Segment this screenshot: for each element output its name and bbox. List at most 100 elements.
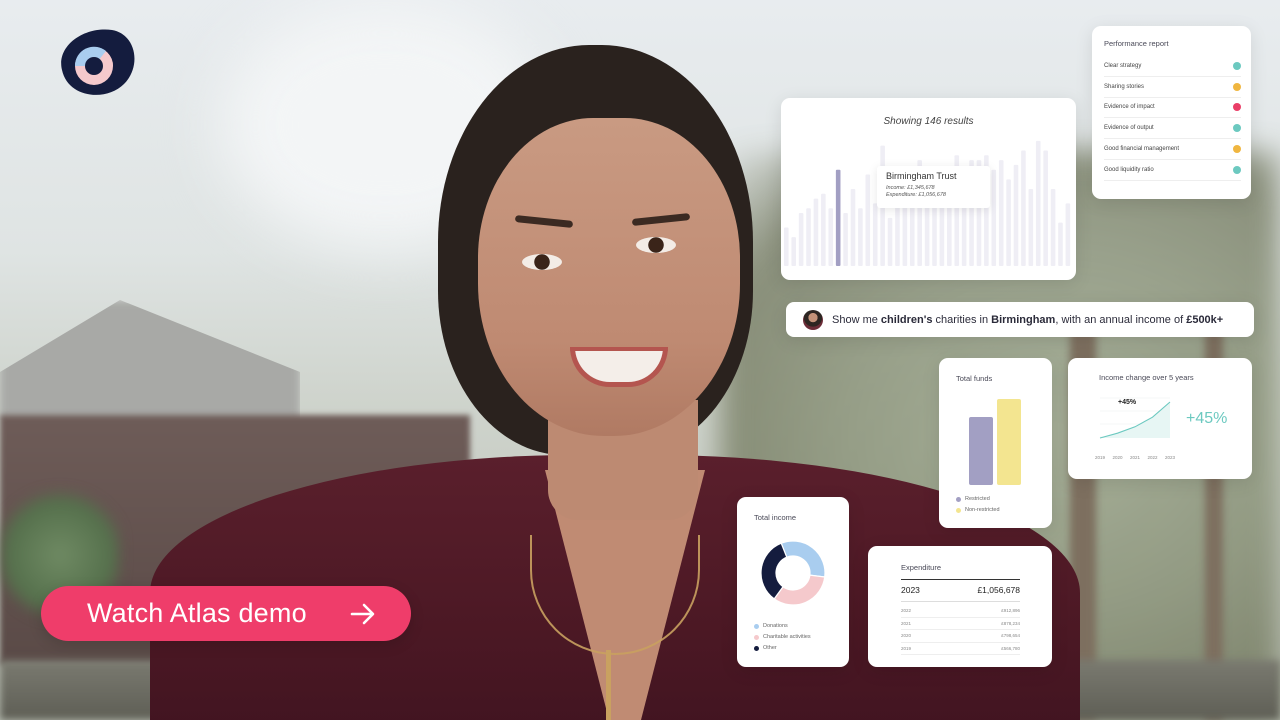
expenditure-row-year: 2019 (901, 645, 912, 651)
watch-demo-label: Watch Atlas demo (87, 598, 307, 628)
expenditure-row-value: £878,234 (1001, 620, 1020, 626)
result-bar (887, 217, 893, 266)
presenter-pendant (606, 650, 611, 720)
result-bar (1006, 179, 1011, 266)
total-funds-card: Total funds Restricted Non-restricted (939, 358, 1052, 528)
result-bar (1035, 140, 1041, 266)
legend-item: Non-restricted (956, 507, 1000, 513)
expenditure-row-value: £912,896 (1001, 608, 1020, 614)
funds-bar (969, 417, 993, 485)
legend-item: Other (754, 645, 811, 651)
performance-row-label: Clear strategy (1104, 62, 1142, 69)
status-dot (1233, 103, 1241, 112)
total-income-card: Total income Donations Charitable activi… (737, 497, 849, 667)
year-tick-label: 2022 (1147, 455, 1158, 460)
status-dot (1233, 124, 1241, 133)
expenditure-history: 2022 £912,896 2021 £878,234 2020 £798,654 2019… (901, 605, 1020, 655)
total-income-legend: Donations Charitable activities Other (754, 623, 811, 656)
income-change-badge: +45% (1118, 399, 1137, 406)
result-bar (821, 193, 826, 266)
results-tooltip: Birmingham Trust Income: £1,345,678 Expe… (877, 166, 990, 208)
year-tick-label: 2021 (1130, 455, 1141, 460)
expenditure-row-year: 2020 (901, 633, 912, 639)
expenditure-row-value: £798,654 (1001, 633, 1020, 639)
performance-row-label: Sharing stories (1104, 83, 1145, 90)
expenditure-row-year: 2021 (901, 620, 912, 626)
legend-item: Donations (754, 623, 811, 629)
presenter-eye (522, 254, 562, 270)
expenditure-card: Expenditure 2023 £1,056,678 2022 £912,896… (868, 546, 1052, 667)
total-income-donut (760, 540, 826, 606)
performance-row-label: Good liquidity ratio (1104, 166, 1154, 173)
performance-row: Evidence of impact (1104, 98, 1241, 119)
result-bar (850, 188, 856, 266)
performance-row: Good liquidity ratio (1104, 160, 1241, 181)
result-bar (813, 198, 819, 266)
result-bar (843, 213, 848, 266)
income-area (1100, 402, 1170, 438)
result-bar (1065, 203, 1071, 266)
status-dot (1233, 61, 1241, 70)
watch-demo-button[interactable]: Watch Atlas demo (41, 586, 411, 641)
result-bar (1043, 150, 1048, 266)
performance-report-title: Performance report (1104, 39, 1169, 48)
search-query-text: Show me children's charities in Birmingh… (832, 313, 1224, 326)
result-bar (1050, 188, 1056, 266)
funds-bar (997, 399, 1021, 485)
income-slice (773, 574, 826, 606)
result-bar (1058, 222, 1063, 266)
expenditure-row: 2020 £798,654 (901, 630, 1020, 643)
performance-row-label: Evidence of impact (1104, 104, 1155, 111)
result-bar (806, 208, 811, 266)
result-bar (872, 203, 878, 266)
result-bar (791, 237, 797, 266)
status-dot (1233, 145, 1241, 154)
performance-report-card: Performance report Clear strategy Sharing… (1092, 26, 1251, 199)
result-bar (991, 169, 997, 266)
result-bar (798, 213, 804, 266)
result-bar (998, 160, 1004, 266)
tooltip-title: Birmingham Trust (886, 171, 957, 181)
atlas-logo (61, 29, 135, 95)
tooltip-income: Income: £1,345,678 (886, 185, 935, 191)
search-query-bar[interactable]: Show me children's charities in Birmingh… (786, 302, 1254, 337)
expenditure-row-value: £566,780 (1001, 645, 1020, 651)
performance-row-label: Good financial management (1104, 146, 1180, 153)
result-bar (1028, 188, 1034, 266)
year-tick-label: 2020 (1112, 455, 1123, 460)
expenditure-row: 2022 £912,896 (901, 605, 1020, 618)
arrow-right-icon (350, 603, 375, 625)
result-bar (865, 174, 871, 266)
performance-row-label: Evidence of output (1104, 125, 1154, 132)
income-change-card: Income change over 5 years 2019 2020 2021 2… (1068, 358, 1252, 479)
income-slice (780, 540, 826, 578)
highlighted-bar (835, 169, 841, 266)
result-bar (1021, 150, 1026, 266)
result-bar (1013, 164, 1019, 266)
status-dot (1233, 82, 1241, 91)
performance-report-list: Clear strategy Sharing stories Evidence of… (1104, 56, 1241, 181)
performance-row: Sharing stories (1104, 77, 1241, 98)
legend-item: Charitable activities (754, 634, 811, 640)
presenter-eye (636, 237, 676, 253)
expenditure-current: 2023 £1,056,678 (901, 579, 1020, 602)
result-bar (828, 208, 834, 266)
performance-row: Clear strategy (1104, 56, 1241, 77)
result-bar (858, 208, 863, 266)
expenditure-title: Expenditure (901, 563, 942, 572)
year-tick-label: 2023 (1165, 455, 1176, 460)
presenter-face (478, 118, 740, 436)
user-avatar (803, 309, 823, 330)
expenditure-value: £1,056,678 (977, 585, 1020, 595)
tooltip-expenditure: Expenditure: £1,056,678 (886, 192, 946, 198)
total-funds-legend: Restricted Non-restricted (956, 496, 1000, 518)
result-bar (784, 227, 789, 266)
expenditure-year: 2023 (901, 585, 920, 595)
performance-row: Evidence of output (1104, 118, 1241, 140)
result-bar (939, 198, 945, 266)
expenditure-row: 2019 £566,780 (901, 643, 1020, 655)
legend-item: Restricted (956, 496, 1000, 502)
year-tick-label: 2019 (1095, 455, 1106, 460)
performance-row: Good financial management (1104, 139, 1241, 160)
expenditure-row: 2021 £878,234 (901, 618, 1020, 630)
